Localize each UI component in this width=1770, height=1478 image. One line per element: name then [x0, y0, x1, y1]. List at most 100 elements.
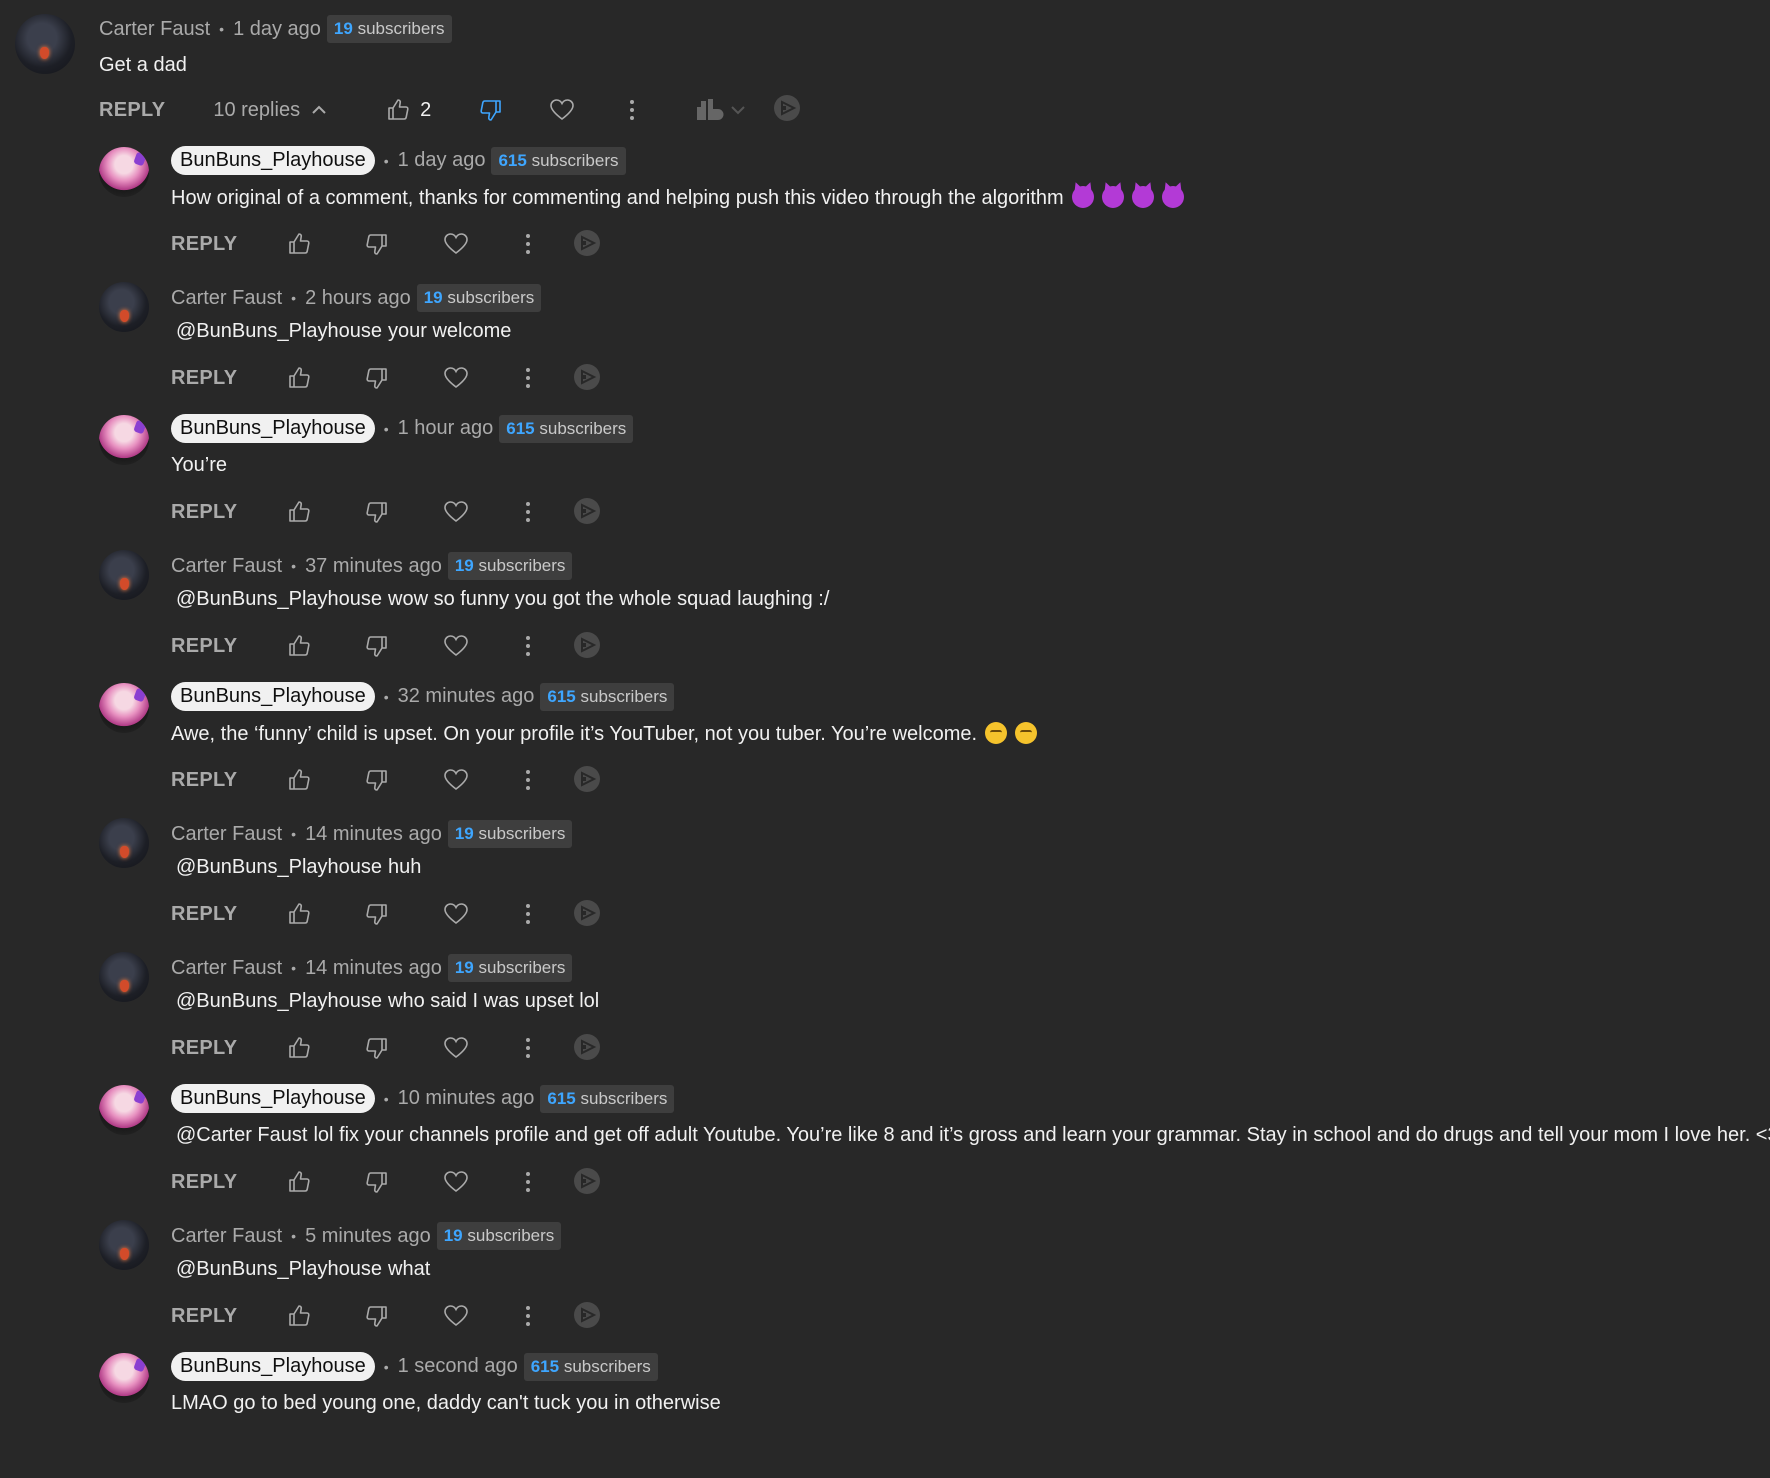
timestamp[interactable]: 14 minutes ago	[305, 957, 442, 980]
more-options-button[interactable]	[523, 1304, 533, 1328]
heart-button[interactable]	[443, 768, 469, 792]
like-button[interactable]	[287, 1036, 311, 1060]
reply-button[interactable]: REPLY	[171, 1171, 237, 1194]
mention-link[interactable]: @BunBuns_Playhouse	[176, 588, 382, 610]
heart-button[interactable]	[443, 1036, 469, 1060]
avatar[interactable]	[99, 1085, 149, 1135]
mention-link[interactable]: @BunBuns_Playhouse	[176, 1258, 382, 1280]
video-play-button[interactable]	[573, 1033, 601, 1061]
heart-button[interactable]	[443, 500, 469, 524]
dislike-button[interactable]	[365, 1304, 389, 1328]
video-play-button[interactable]	[573, 497, 601, 525]
like-button[interactable]	[287, 366, 311, 390]
dislike-button[interactable]	[365, 500, 389, 524]
video-play-button[interactable]	[573, 631, 601, 659]
more-options-button[interactable]	[523, 500, 533, 524]
tubebuddy-button[interactable]	[695, 97, 725, 123]
more-options-button[interactable]	[523, 366, 533, 390]
author-name[interactable]: Carter Faust	[171, 823, 282, 846]
timestamp[interactable]: 37 minutes ago	[305, 555, 442, 578]
mention-link[interactable]: @Carter Faust	[176, 1124, 307, 1146]
like-button[interactable]	[287, 1304, 311, 1328]
more-options-button[interactable]	[627, 98, 637, 122]
avatar[interactable]	[99, 147, 149, 197]
heart-button[interactable]	[549, 98, 575, 122]
more-options-button[interactable]	[523, 1036, 533, 1060]
more-options-button[interactable]	[523, 634, 533, 658]
author-name[interactable]: BunBuns_Playhouse	[171, 682, 375, 711]
timestamp[interactable]: 14 minutes ago	[305, 823, 442, 846]
avatar[interactable]	[99, 952, 149, 1002]
author-name[interactable]: BunBuns_Playhouse	[171, 1352, 375, 1381]
timestamp[interactable]: 1 day ago	[398, 149, 486, 172]
like-button[interactable]	[287, 232, 311, 256]
video-play-button[interactable]	[573, 899, 601, 927]
video-play-button[interactable]	[573, 363, 601, 391]
avatar[interactable]	[99, 415, 149, 465]
video-play-button[interactable]	[573, 229, 601, 257]
more-options-button[interactable]	[523, 1170, 533, 1194]
dislike-button[interactable]	[365, 768, 389, 792]
tubebuddy-dropdown[interactable]	[729, 101, 747, 119]
author-name[interactable]: Carter Faust	[171, 957, 282, 980]
avatar[interactable]	[99, 282, 149, 332]
avatar[interactable]	[99, 550, 149, 600]
timestamp[interactable]: 5 minutes ago	[305, 1225, 431, 1248]
author-name[interactable]: BunBuns_Playhouse	[171, 414, 375, 443]
avatar[interactable]	[99, 818, 149, 868]
like-button[interactable]	[287, 634, 311, 658]
mention-link[interactable]: @BunBuns_Playhouse	[176, 320, 382, 342]
dislike-button[interactable]	[365, 366, 389, 390]
dislike-button[interactable]	[365, 634, 389, 658]
avatar[interactable]	[15, 14, 75, 74]
reply-button[interactable]: REPLY	[171, 769, 237, 792]
dislike-button[interactable]	[365, 902, 389, 926]
timestamp[interactable]: 1 hour ago	[398, 417, 494, 440]
author-name[interactable]: BunBuns_Playhouse	[171, 146, 375, 175]
author-name[interactable]: Carter Faust	[171, 555, 282, 578]
timestamp[interactable]: 32 minutes ago	[398, 685, 535, 708]
more-options-button[interactable]	[523, 902, 533, 926]
heart-button[interactable]	[443, 366, 469, 390]
video-play-button[interactable]	[573, 765, 601, 793]
like-button[interactable]	[386, 98, 410, 122]
avatar[interactable]	[99, 683, 149, 733]
heart-button[interactable]	[443, 1170, 469, 1194]
reply-button[interactable]: REPLY	[99, 99, 165, 122]
replies-toggle[interactable]: 10 replies	[213, 99, 328, 122]
dislike-button[interactable]	[365, 232, 389, 256]
video-play-button[interactable]	[573, 1301, 601, 1329]
author-name[interactable]: Carter Faust	[171, 287, 282, 310]
avatar[interactable]	[99, 1353, 149, 1403]
reply-button[interactable]: REPLY	[171, 635, 237, 658]
dislike-button[interactable]	[479, 98, 503, 122]
reply-button[interactable]: REPLY	[171, 903, 237, 926]
reply-button[interactable]: REPLY	[171, 1037, 237, 1060]
reply-button[interactable]: REPLY	[171, 367, 237, 390]
heart-button[interactable]	[443, 232, 469, 256]
reply-button[interactable]: REPLY	[171, 1305, 237, 1328]
author-name[interactable]: BunBuns_Playhouse	[171, 1084, 375, 1113]
like-button[interactable]	[287, 768, 311, 792]
author-name[interactable]: Carter Faust	[171, 1225, 282, 1248]
timestamp[interactable]: 1 day ago	[233, 18, 321, 41]
timestamp[interactable]: 10 minutes ago	[398, 1087, 535, 1110]
avatar[interactable]	[99, 1220, 149, 1270]
heart-button[interactable]	[443, 634, 469, 658]
reply-button[interactable]: REPLY	[171, 501, 237, 524]
timestamp[interactable]: 1 second ago	[398, 1355, 518, 1378]
like-button[interactable]	[287, 1170, 311, 1194]
video-play-button[interactable]	[773, 94, 801, 122]
heart-button[interactable]	[443, 1304, 469, 1328]
mention-link[interactable]: @BunBuns_Playhouse	[176, 990, 382, 1012]
more-options-button[interactable]	[523, 232, 533, 256]
mention-link[interactable]: @BunBuns_Playhouse	[176, 856, 382, 878]
heart-button[interactable]	[443, 902, 469, 926]
like-button[interactable]	[287, 500, 311, 524]
dislike-button[interactable]	[365, 1170, 389, 1194]
reply-button[interactable]: REPLY	[171, 233, 237, 256]
like-button[interactable]	[287, 902, 311, 926]
author-name[interactable]: Carter Faust	[99, 18, 210, 41]
dislike-button[interactable]	[365, 1036, 389, 1060]
timestamp[interactable]: 2 hours ago	[305, 287, 411, 310]
